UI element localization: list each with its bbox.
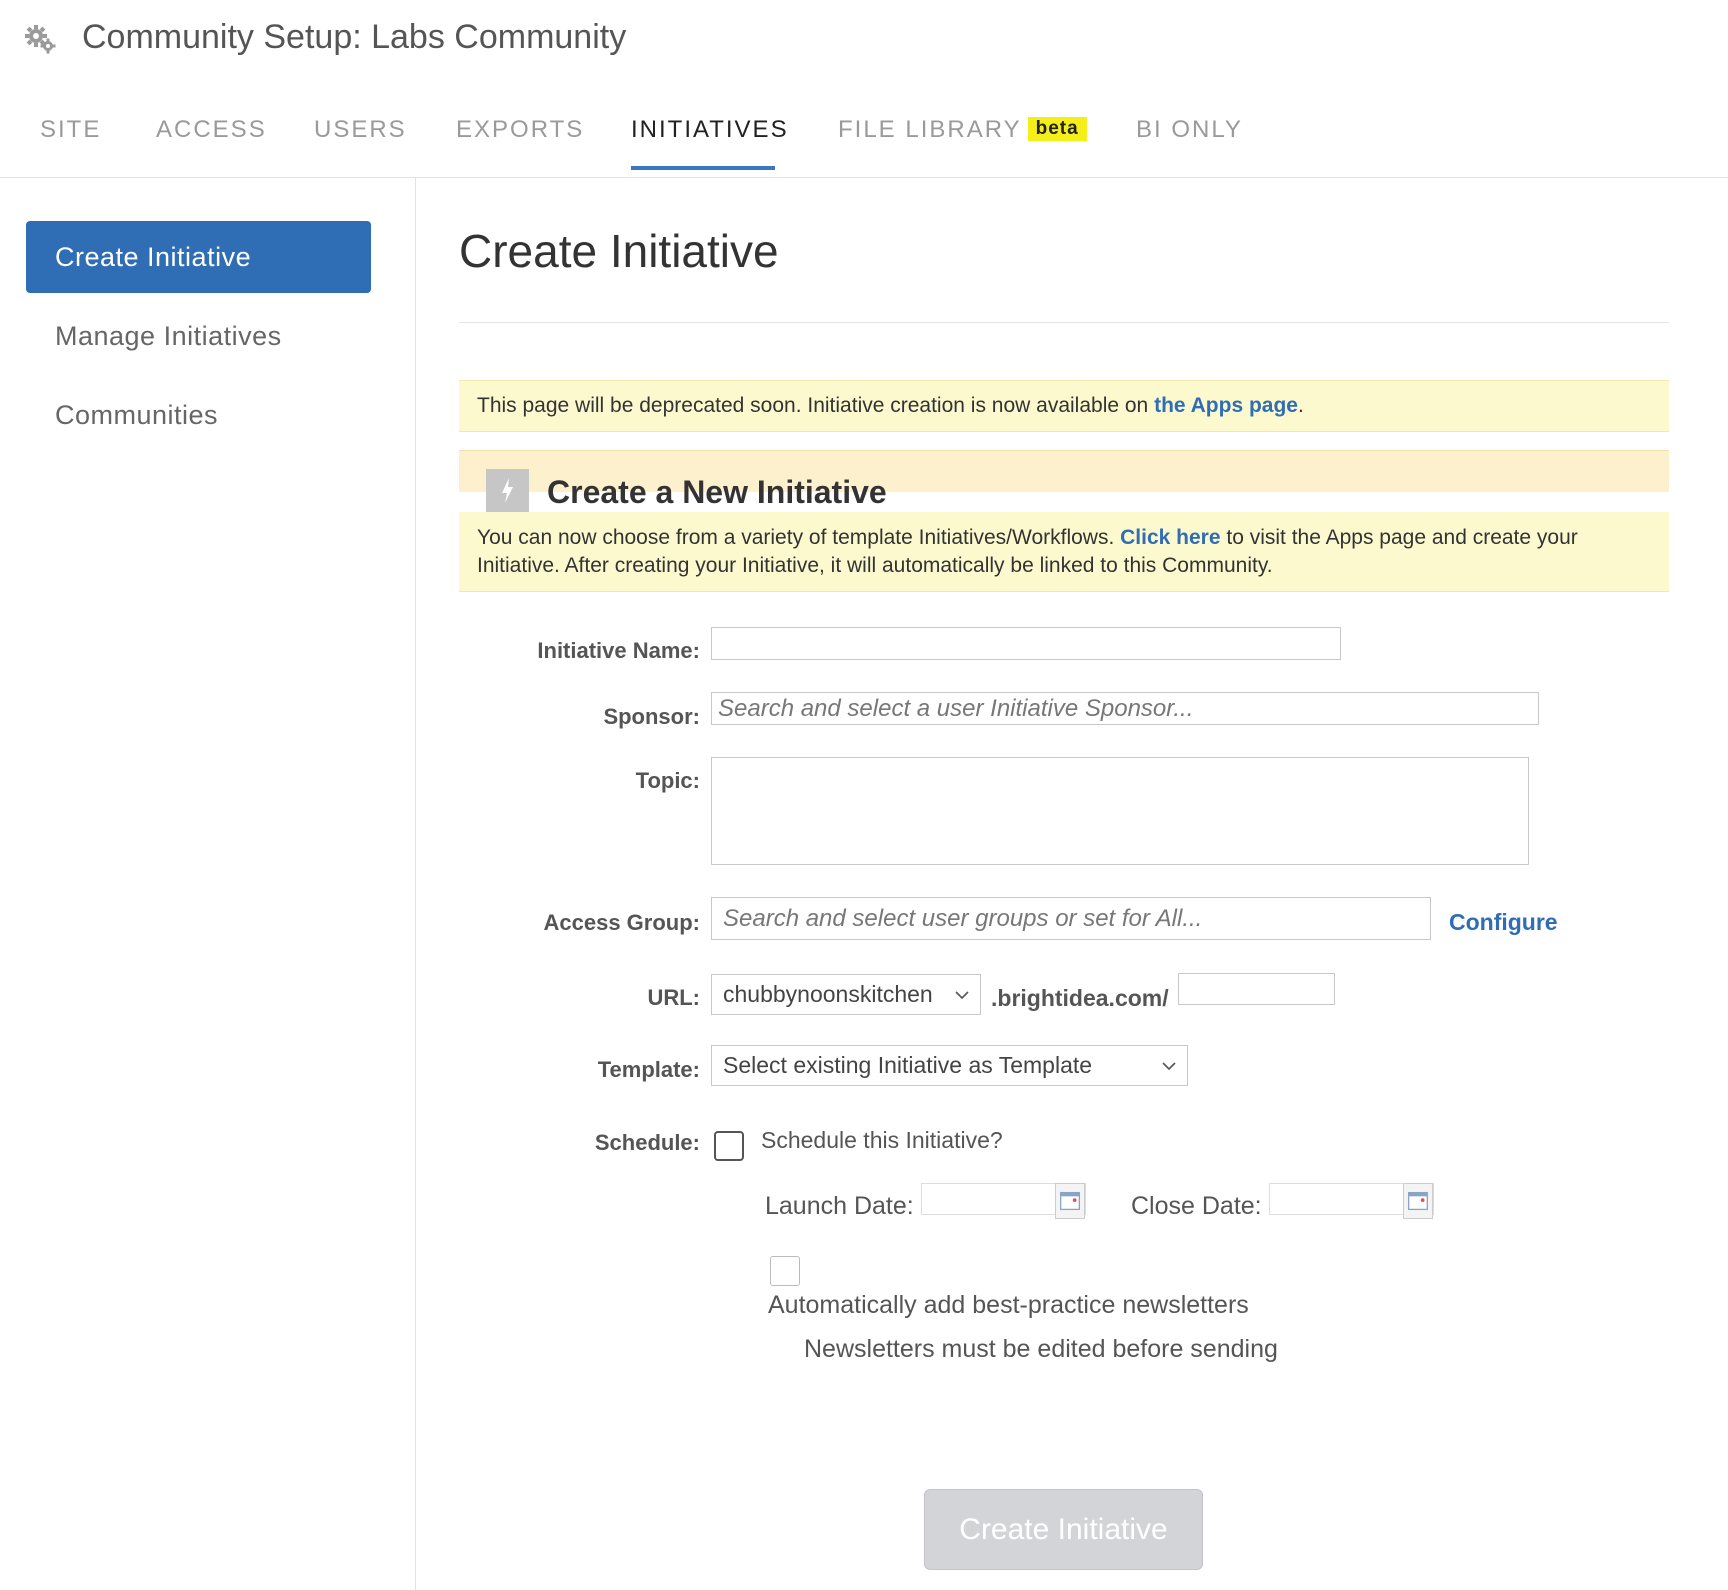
initiative-name-input[interactable] bbox=[711, 627, 1341, 660]
topic-textarea[interactable] bbox=[711, 757, 1529, 865]
newsletters-label: Automatically add best-practice newslett… bbox=[768, 1291, 1249, 1319]
url-path-input[interactable] bbox=[1178, 973, 1335, 1005]
sidebar-item-communities[interactable]: Communities bbox=[26, 379, 371, 451]
schedule-label: Schedule: bbox=[594, 1130, 700, 1155]
tab-access[interactable]: ACCESS bbox=[156, 116, 267, 144]
chevron-down-icon bbox=[955, 991, 969, 1000]
tab-initiatives[interactable]: INITIATIVES bbox=[631, 116, 789, 144]
sidebar: Create Initiative Manage Initiatives Com… bbox=[0, 178, 416, 1590]
page-title: Community Setup: Labs Community bbox=[82, 18, 627, 56]
beta-badge: beta bbox=[1027, 117, 1087, 141]
template-value: Select existing Initiative as Template bbox=[723, 1052, 1093, 1078]
tab-exports[interactable]: EXPORTS bbox=[456, 116, 584, 144]
section-title: Create a New Initiative bbox=[547, 474, 887, 510]
gear-icon bbox=[25, 25, 56, 54]
launch-date-label: Launch Date: bbox=[765, 1192, 914, 1220]
newsletters-checkbox[interactable] bbox=[770, 1256, 800, 1286]
click-here-link[interactable]: Click here bbox=[1120, 526, 1220, 549]
tab-users[interactable]: USERS bbox=[314, 116, 407, 144]
sidebar-item-manage-initiatives[interactable]: Manage Initiatives bbox=[26, 300, 371, 372]
template-select[interactable]: Select existing Initiative as Template bbox=[711, 1045, 1188, 1086]
sponsor-label: Sponsor: bbox=[603, 704, 700, 729]
url-subdomain-select[interactable]: chubbynoonskitchen bbox=[711, 974, 981, 1015]
tab-site[interactable]: SITE bbox=[40, 116, 101, 144]
tab-file-library[interactable]: FILE LIBRARY beta bbox=[838, 116, 1087, 144]
initiative-name-label: Initiative Name: bbox=[537, 638, 700, 663]
schedule-checkbox-label: Schedule this Initiative? bbox=[761, 1127, 1003, 1153]
notice-suffix: . bbox=[1297, 394, 1304, 417]
close-date-label: Close Date: bbox=[1131, 1192, 1262, 1220]
title-divider bbox=[459, 322, 1669, 323]
create-initiative-button[interactable]: Create Initiative bbox=[924, 1489, 1203, 1570]
active-tab-indicator bbox=[631, 166, 775, 170]
notice-text: This page will be deprecated soon. Initi… bbox=[477, 394, 1155, 417]
schedule-checkbox[interactable] bbox=[714, 1131, 744, 1161]
lightning-bolt-icon bbox=[486, 469, 529, 512]
tab-file-library-label: FILE LIBRARY bbox=[838, 116, 1022, 143]
calendar-icon[interactable] bbox=[1403, 1183, 1433, 1219]
page-header: Community Setup: Labs Community SITE ACC… bbox=[0, 0, 1728, 178]
topic-label: Topic: bbox=[635, 768, 700, 793]
deprecation-notice: This page will be deprecated soon. Initi… bbox=[459, 380, 1669, 432]
template-label: Template: bbox=[597, 1057, 700, 1082]
apps-page-link[interactable]: the Apps page bbox=[1154, 394, 1298, 417]
sponsor-input[interactable]: Search and select a user Initiative Spon… bbox=[711, 692, 1539, 725]
url-subdomain-value: chubbynoonskitchen bbox=[723, 981, 933, 1007]
calendar-glyph bbox=[1408, 1191, 1428, 1211]
access-group-label: Access Group: bbox=[543, 910, 701, 935]
newsletters-note: Newsletters must be edited before sendin… bbox=[804, 1335, 1278, 1363]
url-domain-text: .brightidea.com/ bbox=[991, 985, 1169, 1011]
section-note-prefix: You can now choose from a variety of tem… bbox=[477, 526, 1121, 549]
access-group-placeholder: Search and select user groups or set for… bbox=[723, 905, 1203, 932]
sidebar-item-create-initiative[interactable]: Create Initiative bbox=[26, 221, 371, 293]
configure-link[interactable]: Configure bbox=[1449, 909, 1558, 936]
calendar-icon[interactable] bbox=[1055, 1183, 1085, 1219]
sponsor-placeholder: Search and select a user Initiative Spon… bbox=[718, 695, 1194, 722]
calendar-glyph bbox=[1060, 1191, 1080, 1211]
main-title: Create Initiative bbox=[459, 225, 779, 277]
url-label: URL: bbox=[647, 985, 700, 1010]
chevron-down-icon bbox=[1162, 1062, 1176, 1071]
section-note: You can now choose from a variety of tem… bbox=[459, 512, 1669, 592]
access-group-input[interactable]: Search and select user groups or set for… bbox=[711, 897, 1431, 940]
tab-bi-only[interactable]: BI ONLY bbox=[1136, 116, 1243, 144]
